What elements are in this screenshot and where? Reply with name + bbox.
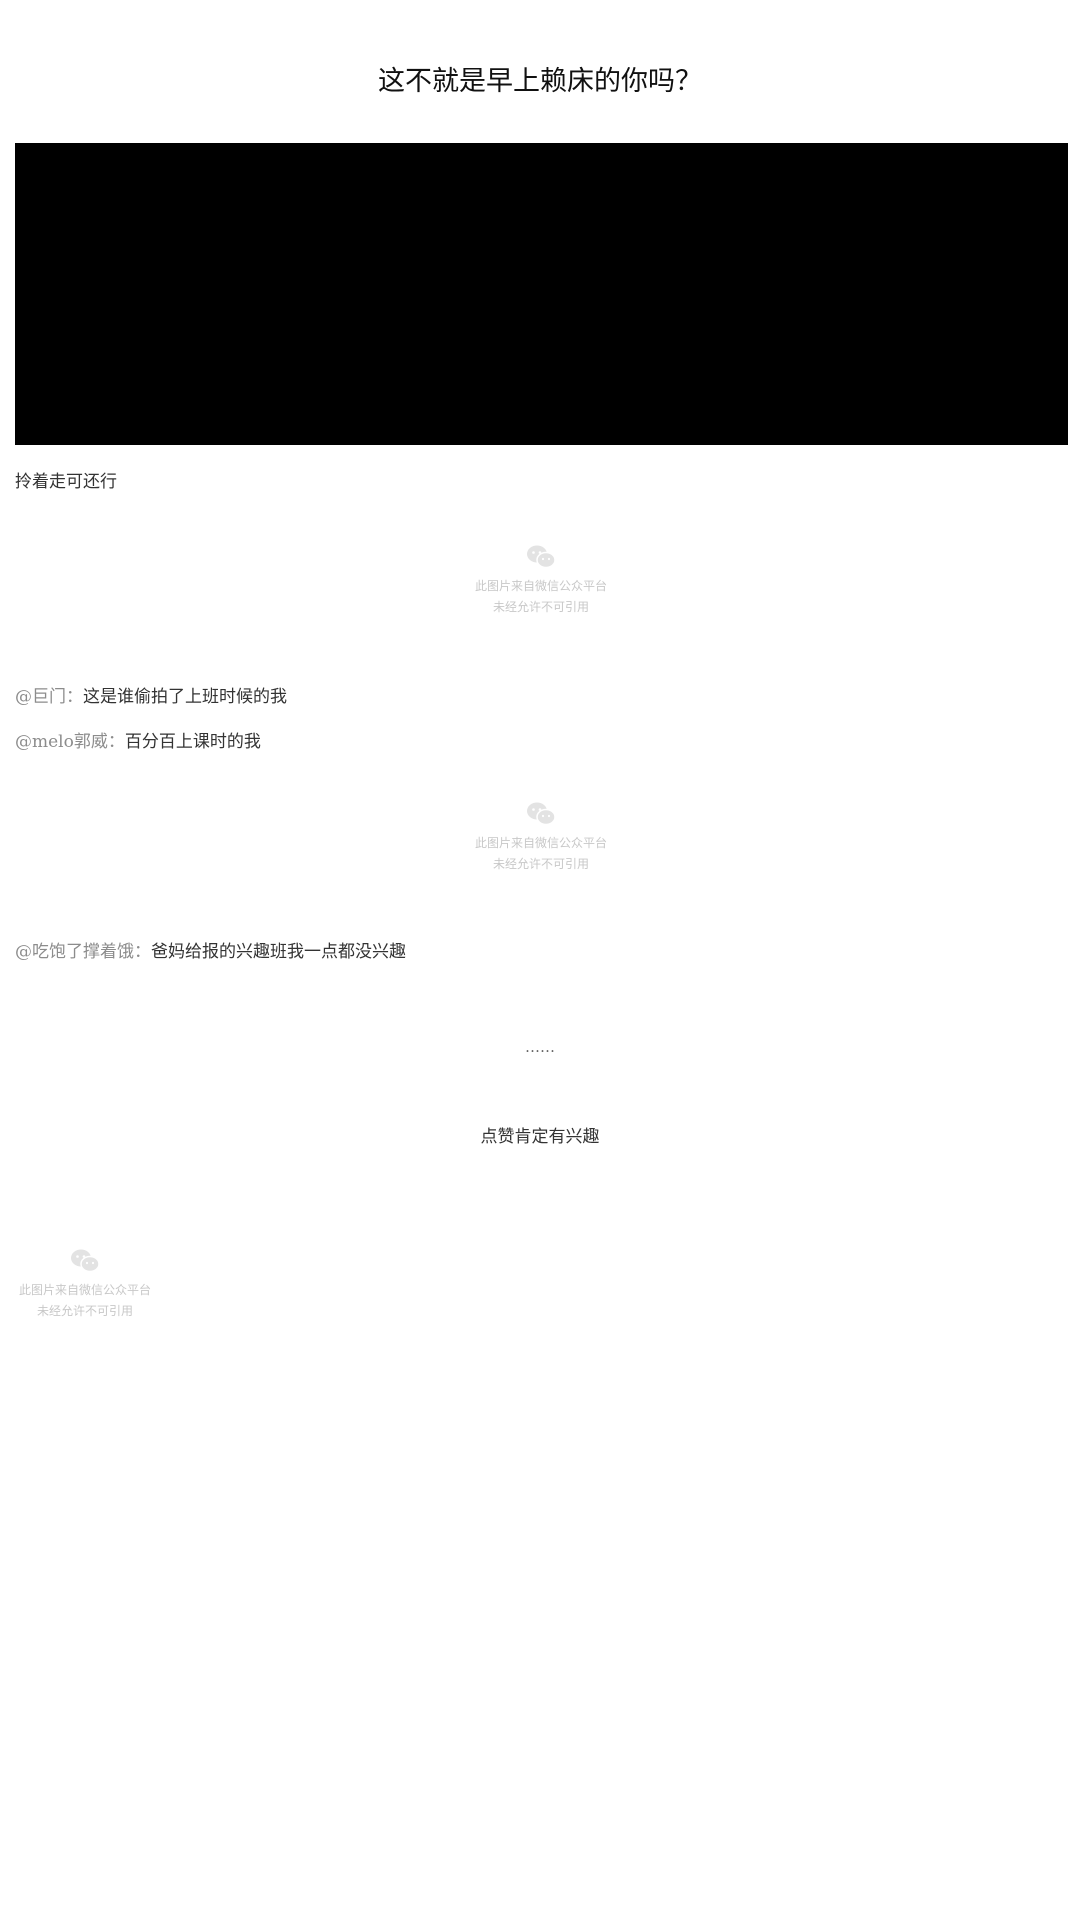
comment-text: 这是谁偷拍了上班时候的我 <box>83 687 287 707</box>
comment-separator: ： <box>134 942 151 962</box>
comment-item: @吃饱了撑着饿：爸妈给报的兴趣班我一点都没兴趣 <box>15 940 406 964</box>
image-placeholder: 此图片来自微信公众平台 未经允许不可引用 <box>456 544 626 618</box>
comment-item: @melo郭威：百分百上课时的我 <box>15 730 261 754</box>
comment-username: @巨门 <box>15 687 66 707</box>
closing-text: 点赞肯定有兴趣 <box>480 1127 600 1147</box>
wechat-icon <box>71 1249 100 1273</box>
ellipsis-divider: …… <box>525 1038 555 1056</box>
video-player[interactable] <box>15 143 1068 445</box>
image-placeholder: 此图片来自微信公众平台 未经允许不可引用 <box>456 801 626 875</box>
placeholder-line-2: 未经允许不可引用 <box>492 857 589 871</box>
wechat-icon <box>527 545 556 569</box>
comment-text: 爸妈给报的兴趣班我一点都没兴趣 <box>151 942 406 962</box>
placeholder-line-2: 未经允许不可引用 <box>492 600 589 614</box>
wechat-icon <box>527 802 556 826</box>
comment-separator: ： <box>107 732 125 752</box>
placeholder-line-1: 此图片来自微信公众平台 <box>474 836 607 850</box>
comment-username: @melo郭威 <box>15 732 108 752</box>
placeholder-line-1: 此图片来自微信公众平台 <box>474 579 607 593</box>
image-placeholder: 此图片来自微信公众平台 未经允许不可引用 <box>0 1248 170 1322</box>
comment-item: @巨门：这是谁偷拍了上班时候的我 <box>15 685 287 709</box>
comment-username: @吃饱了撑着饿 <box>15 942 134 962</box>
comment-text: 百分百上课时的我 <box>124 732 261 752</box>
caption-text: 拎着走可还行 <box>15 472 117 492</box>
comment-separator: ： <box>66 687 83 707</box>
placeholder-line-2: 未经允许不可引用 <box>36 1304 133 1318</box>
article-title: 这不就是早上赖床的你吗？ <box>378 66 702 97</box>
placeholder-line-1: 此图片来自微信公众平台 <box>18 1283 151 1297</box>
